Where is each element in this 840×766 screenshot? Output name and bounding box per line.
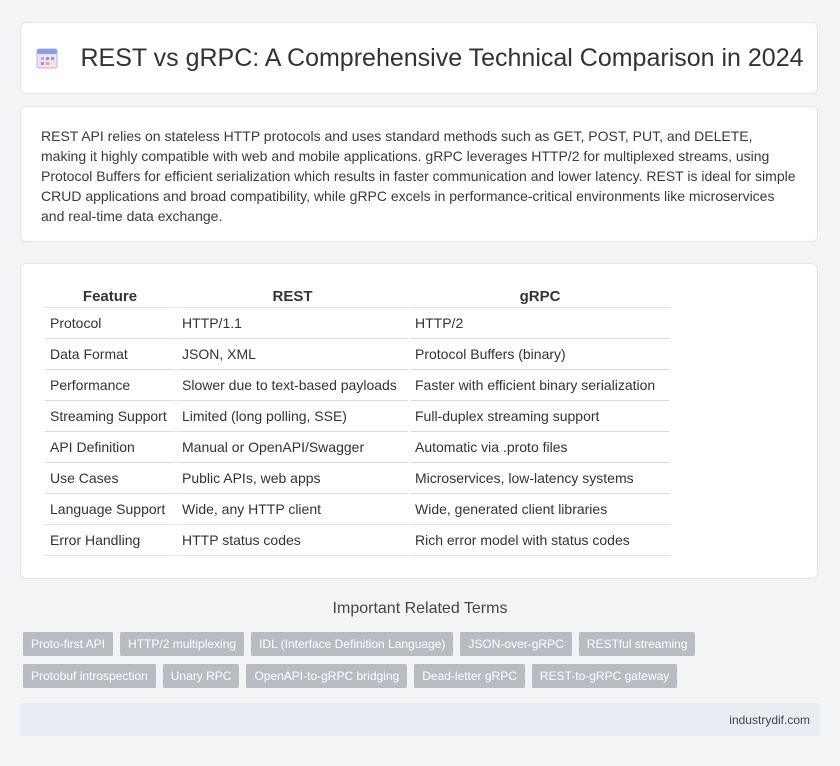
tag-link[interactable]: HTTP/2 multiplexing: [120, 632, 245, 656]
rest-cell: Public APIs, web apps: [177, 463, 408, 494]
grpc-cell: Automatic via .proto files: [410, 432, 670, 463]
calendar-icon: [36, 48, 58, 69]
related-terms-title: Important Related Terms: [332, 600, 508, 617]
feature-cell: Use Cases: [45, 463, 175, 494]
comparison-table: Feature REST gRPC Protocol HTTP/1.1 HTTP…: [43, 282, 672, 556]
table-row: Use Cases Public APIs, web apps Microser…: [45, 463, 670, 494]
grpc-cell: Faster with efficient binary serializati…: [410, 370, 670, 401]
tag-row: Protobuf introspection Unary RPC OpenAPI…: [23, 664, 823, 688]
table-row: Data Format JSON, XML Protocol Buffers (…: [45, 339, 670, 370]
feature-cell: API Definition: [45, 432, 175, 463]
rest-cell: Slower due to text-based payloads: [177, 370, 408, 401]
tag-link[interactable]: Protobuf introspection: [23, 664, 156, 688]
tag-row: Proto-first API HTTP/2 multiplexing IDL …: [23, 632, 823, 656]
tag-link[interactable]: IDL (Interface Definition Language): [251, 632, 454, 656]
table-row: Streaming Support Limited (long polling,…: [45, 401, 670, 432]
feature-cell: Error Handling: [45, 525, 175, 556]
tag-link[interactable]: REST-to-gRPC gateway: [531, 664, 678, 688]
tag-link[interactable]: JSON-over-gRPC: [460, 632, 572, 656]
table-header-row: Feature REST gRPC: [45, 282, 670, 308]
rest-cell: HTTP status codes: [177, 525, 408, 556]
feature-cell: Data Format: [45, 339, 175, 370]
header-rest: REST: [177, 282, 408, 308]
grpc-cell: Rich error model with status codes: [410, 525, 670, 556]
comparison-card: Feature REST gRPC Protocol HTTP/1.1 HTTP…: [20, 263, 818, 579]
intro-card: REST API relies on stateless HTTP protoc…: [20, 106, 818, 242]
page-title: REST vs gRPC: A Comprehensive Technical …: [80, 43, 804, 72]
tag-link[interactable]: Proto-first API: [23, 632, 114, 656]
rest-cell: HTTP/1.1: [177, 308, 408, 339]
rest-cell: Wide, any HTTP client: [177, 494, 408, 525]
feature-cell: Performance: [45, 370, 175, 401]
table-row: Error Handling HTTP status codes Rich er…: [45, 525, 670, 556]
table-row: Performance Slower due to text-based pay…: [45, 370, 670, 401]
intro-paragraph: REST API relies on stateless HTTP protoc…: [41, 128, 796, 224]
table-row: Language Support Wide, any HTTP client W…: [45, 494, 670, 525]
table-row: Protocol HTTP/1.1 HTTP/2: [45, 308, 670, 339]
rest-cell: Limited (long polling, SSE): [177, 401, 408, 432]
tag-link[interactable]: Unary RPC: [162, 664, 240, 688]
header-feature: Feature: [45, 282, 175, 308]
tag-link[interactable]: OpenAPI-to-gRPC bridging: [246, 664, 408, 688]
table-row: API Definition Manual or OpenAPI/Swagger…: [45, 432, 670, 463]
rest-cell: JSON, XML: [177, 339, 408, 370]
header-grpc: gRPC: [410, 282, 670, 308]
grpc-cell: Microservices, low-latency systems: [410, 463, 670, 494]
grpc-cell: Full-duplex streaming support: [410, 401, 670, 432]
grpc-cell: Wide, generated client libraries: [410, 494, 670, 525]
footer: industrydif.com: [20, 703, 820, 736]
related-terms-tags: Proto-first API HTTP/2 multiplexing IDL …: [23, 632, 823, 696]
grpc-cell: HTTP/2: [410, 308, 670, 339]
tag-link[interactable]: Dead-letter gRPC: [414, 664, 525, 688]
grpc-cell: Protocol Buffers (binary): [410, 339, 670, 370]
feature-cell: Streaming Support: [45, 401, 175, 432]
feature-cell: Protocol: [45, 308, 175, 339]
footer-site-link[interactable]: industrydif.com: [729, 713, 810, 727]
tag-link[interactable]: RESTful streaming: [578, 632, 696, 656]
title-card: REST vs gRPC: A Comprehensive Technical …: [20, 22, 818, 94]
rest-cell: Manual or OpenAPI/Swagger: [177, 432, 408, 463]
feature-cell: Language Support: [45, 494, 175, 525]
